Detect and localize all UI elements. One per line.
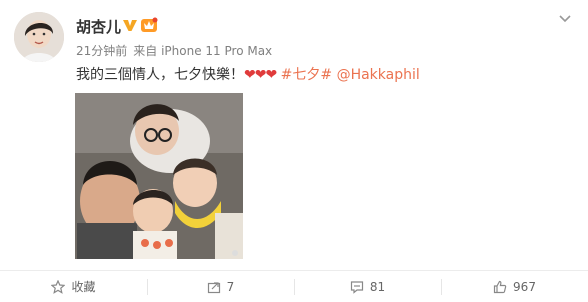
post-text-body: 我的三個情人，七夕快樂！ xyxy=(76,67,244,83)
post-photo[interactable] xyxy=(75,93,243,259)
member-badge-icon[interactable] xyxy=(140,16,158,34)
like-count: 967 xyxy=(513,279,536,294)
more-menu-chevron-icon[interactable] xyxy=(556,12,574,26)
post-source: 来自 iPhone 11 Pro Max xyxy=(133,44,273,58)
thumbs-up-icon xyxy=(493,280,507,293)
post-text: 我的三個情人，七夕快樂！❤❤❤ #七夕# @Hakkaphil xyxy=(76,65,420,85)
heart-emoji-icons: ❤❤❤ xyxy=(244,67,277,83)
star-icon xyxy=(51,279,66,294)
share-count: 7 xyxy=(226,279,235,294)
share-icon xyxy=(207,281,220,293)
mention-link[interactable]: @Hakkaphil xyxy=(337,67,420,83)
like-button[interactable]: 967 xyxy=(441,271,588,302)
favorite-button[interactable]: 收藏 xyxy=(0,271,147,302)
comment-count: 81 xyxy=(369,279,386,294)
post-meta: 21分钟前 来自 iPhone 11 Pro Max xyxy=(76,42,278,59)
weibo-post: 胡杏儿 21分钟前 来自 iPhone 11 Pro Max 我的三個情人，七夕快… xyxy=(0,0,588,302)
comment-icon xyxy=(350,280,363,294)
verified-icon xyxy=(123,20,137,31)
comment-button[interactable]: 81 xyxy=(294,271,441,302)
username[interactable]: 胡杏儿 xyxy=(76,16,121,37)
hashtag-link[interactable]: #七夕# xyxy=(281,67,332,83)
avatar[interactable] xyxy=(14,12,64,62)
favorite-label: 收藏 xyxy=(71,280,96,294)
share-button[interactable]: 7 xyxy=(147,271,294,302)
action-bar: 收藏 7 81 967 xyxy=(0,271,588,302)
post-time[interactable]: 21分钟前 xyxy=(76,44,127,58)
